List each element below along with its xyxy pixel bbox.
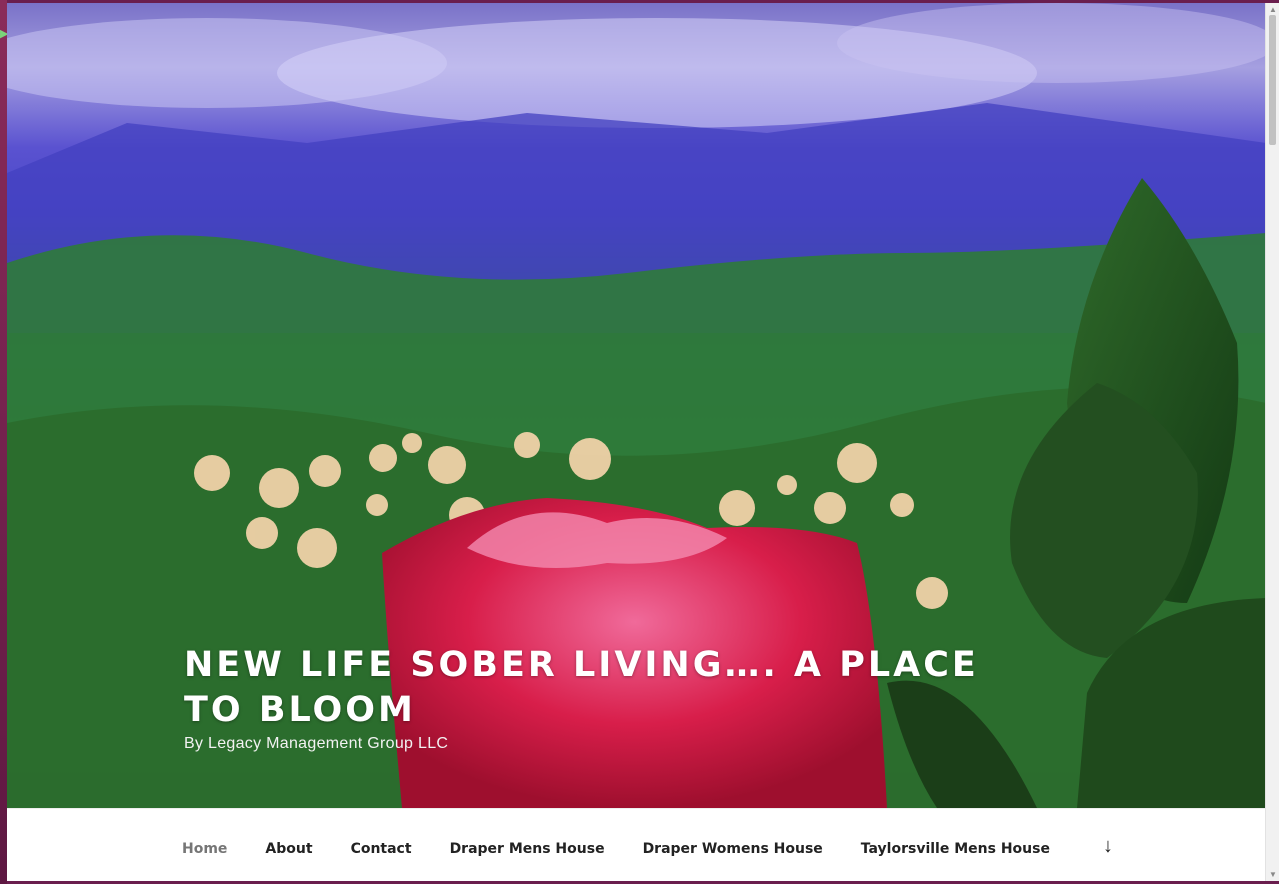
scrollbar-thumb[interactable] [1269, 15, 1276, 145]
desktop-background [0, 0, 7, 884]
site-title[interactable]: NEW LIFE SOBER LIVING…. A PLACE TO BLOOM [184, 643, 1044, 733]
nav-item-about[interactable]: About [246, 831, 331, 867]
scroll-down-icon[interactable]: ▼ [1269, 870, 1277, 879]
nav-item-draper-womens-house[interactable]: Draper Womens House [624, 831, 842, 867]
browser-viewport: NEW LIFE SOBER LIVING…. A PLACE TO BLOOM… [7, 3, 1279, 881]
scroll-up-icon[interactable]: ▲ [1269, 5, 1277, 14]
nav-item-home[interactable]: Home [182, 831, 246, 867]
site-branding: NEW LIFE SOBER LIVING…. A PLACE TO BLOOM… [184, 643, 1044, 753]
nav-item-contact[interactable]: Contact [332, 831, 431, 867]
arrow-down-icon[interactable]: ↓ [1103, 835, 1113, 858]
page-scrollbar[interactable]: ▲ ▼ [1265, 3, 1279, 881]
header-image: NEW LIFE SOBER LIVING…. A PLACE TO BLOOM… [7, 3, 1266, 808]
desktop-icon-fragment: ▶ [0, 28, 7, 40]
primary-menu: Home About Contact Draper Mens House Dra… [182, 831, 1069, 867]
site-description: By Legacy Management Group LLC [184, 735, 449, 752]
nav-item-taylorsville-mens-house[interactable]: Taylorsville Mens House [842, 831, 1069, 867]
nav-item-draper-mens-house[interactable]: Draper Mens House [431, 831, 624, 867]
main-navigation: Home About Contact Draper Mens House Dra… [7, 808, 1266, 881]
